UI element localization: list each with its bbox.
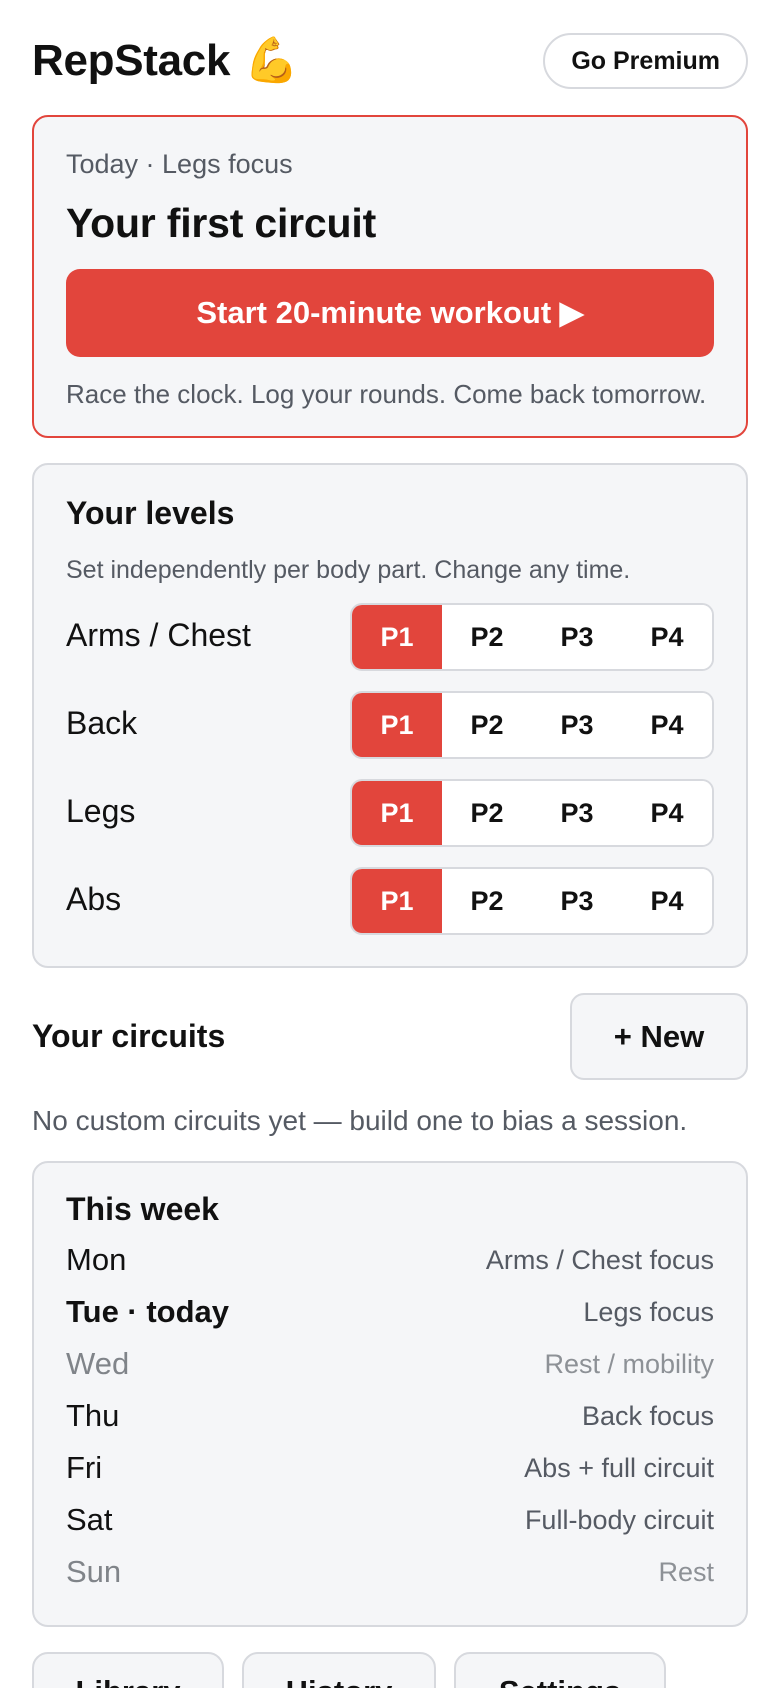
week-day-name: Fri: [66, 1450, 103, 1485]
level-option-p1[interactable]: P1: [352, 605, 442, 669]
tab-settings[interactable]: Settings: [454, 1652, 666, 1688]
level-row: Arms / Chest P1 P2 P3 P4: [66, 603, 714, 691]
week-day-name: Thu: [66, 1398, 120, 1433]
level-option-p4[interactable]: P4: [622, 781, 712, 845]
level-option-p1[interactable]: P1: [352, 869, 442, 933]
level-option-p1[interactable]: P1: [352, 693, 442, 757]
week-schedule-card: This week Mon Arms / Chest focus Tue · tod…: [32, 1161, 748, 1627]
start-workout-button[interactable]: Start 20-minute workout ▶: [66, 269, 714, 357]
level-rows: Arms / Chest P1 P2 P3 P4 Back P1 P2 P3 P4 Legs P1 P2…: [66, 603, 714, 955]
week-day-plan: Abs + full circuit: [524, 1452, 714, 1483]
level-selector: P1 P2 P3 P4: [350, 779, 714, 847]
level-label: Legs: [66, 793, 136, 829]
level-option-p3[interactable]: P3: [532, 869, 622, 933]
today-focus-label: Today · Legs focus: [66, 149, 293, 179]
week-day-row: Tue · today Legs focus: [66, 1286, 714, 1338]
week-day-plan: Back focus: [581, 1400, 714, 1431]
level-selector: P1 P2 P3 P4: [350, 691, 714, 759]
circuits-empty-state: No custom circuits yet — build one to bi…: [32, 1105, 688, 1136]
circuits-title: Your circuits: [32, 1018, 226, 1054]
today-workout-title: Your first circuit: [66, 200, 377, 246]
home-screen: RepStack 💪 Go Premium Today · Legs focus…: [0, 0, 780, 1688]
bottom-tabs: Library History Settings: [32, 1652, 666, 1688]
new-circuit-button[interactable]: + New: [570, 993, 748, 1080]
week-day-name: Sun: [66, 1554, 122, 1589]
level-option-p2[interactable]: P2: [442, 693, 532, 757]
level-option-p3[interactable]: P3: [532, 605, 622, 669]
today-workout-note: Race the clock. Log your rounds. Come ba…: [66, 379, 707, 409]
level-row: Abs P1 P2 P3 P4: [66, 867, 714, 955]
level-label: Arms / Chest: [66, 617, 251, 653]
week-day-plan: Legs focus: [583, 1296, 714, 1327]
tab-history[interactable]: History: [242, 1652, 436, 1688]
level-option-p3[interactable]: P3: [532, 781, 622, 845]
week-day-name: Sat: [66, 1502, 113, 1537]
level-selector: P1 P2 P3 P4: [350, 603, 714, 671]
level-option-p4[interactable]: P4: [622, 693, 712, 757]
week-day-row: Thu Back focus: [66, 1390, 714, 1442]
level-option-p1[interactable]: P1: [352, 781, 442, 845]
week-day-name: Wed: [66, 1346, 130, 1381]
week-day-plan: Full-body circuit: [524, 1504, 714, 1535]
week-day-plan: Rest: [658, 1556, 714, 1587]
brand: RepStack 💪: [32, 36, 299, 86]
levels-card: Your levels Set independently per body p…: [32, 463, 748, 968]
app-title: RepStack: [32, 36, 231, 85]
week-rows: Mon Arms / Chest focus Tue · today Legs foc…: [66, 1234, 714, 1598]
levels-title: Your levels: [66, 495, 235, 531]
week-day-row: Mon Arms / Chest focus: [66, 1234, 714, 1286]
week-day-name: Tue · today: [66, 1294, 230, 1329]
level-option-p3[interactable]: P3: [532, 693, 622, 757]
week-title: This week: [66, 1191, 219, 1227]
level-option-p2[interactable]: P2: [442, 605, 532, 669]
app-header: RepStack 💪 Go Premium: [32, 0, 748, 122]
week-day-plan: Arms / Chest focus: [485, 1244, 714, 1275]
week-day-row: Sun Rest: [66, 1546, 714, 1598]
levels-note: Set independently per body part. Change …: [66, 556, 631, 584]
level-option-p2[interactable]: P2: [442, 781, 532, 845]
go-premium-button[interactable]: Go Premium: [543, 33, 748, 89]
level-selector: P1 P2 P3 P4: [350, 867, 714, 935]
tab-library[interactable]: Library: [32, 1652, 224, 1688]
level-option-p4[interactable]: P4: [622, 605, 712, 669]
level-option-p2[interactable]: P2: [442, 869, 532, 933]
week-day-row: Wed Rest / mobility: [66, 1338, 714, 1390]
level-label: Back: [66, 705, 138, 741]
level-option-p4[interactable]: P4: [622, 869, 712, 933]
level-label: Abs: [66, 881, 122, 917]
level-row: Back P1 P2 P3 P4: [66, 691, 714, 779]
flexed-biceps-icon: 💪: [244, 36, 299, 85]
week-day-row: Sat Full-body circuit: [66, 1494, 714, 1546]
week-day-plan: Rest / mobility: [544, 1348, 714, 1379]
level-row: Legs P1 P2 P3 P4: [66, 779, 714, 867]
today-workout-card: Today · Legs focus Your first circuit St…: [32, 115, 748, 438]
week-day-row: Fri Abs + full circuit: [66, 1442, 714, 1494]
circuits-header: Your circuits + New: [32, 993, 748, 1080]
week-day-name: Mon: [66, 1242, 127, 1277]
